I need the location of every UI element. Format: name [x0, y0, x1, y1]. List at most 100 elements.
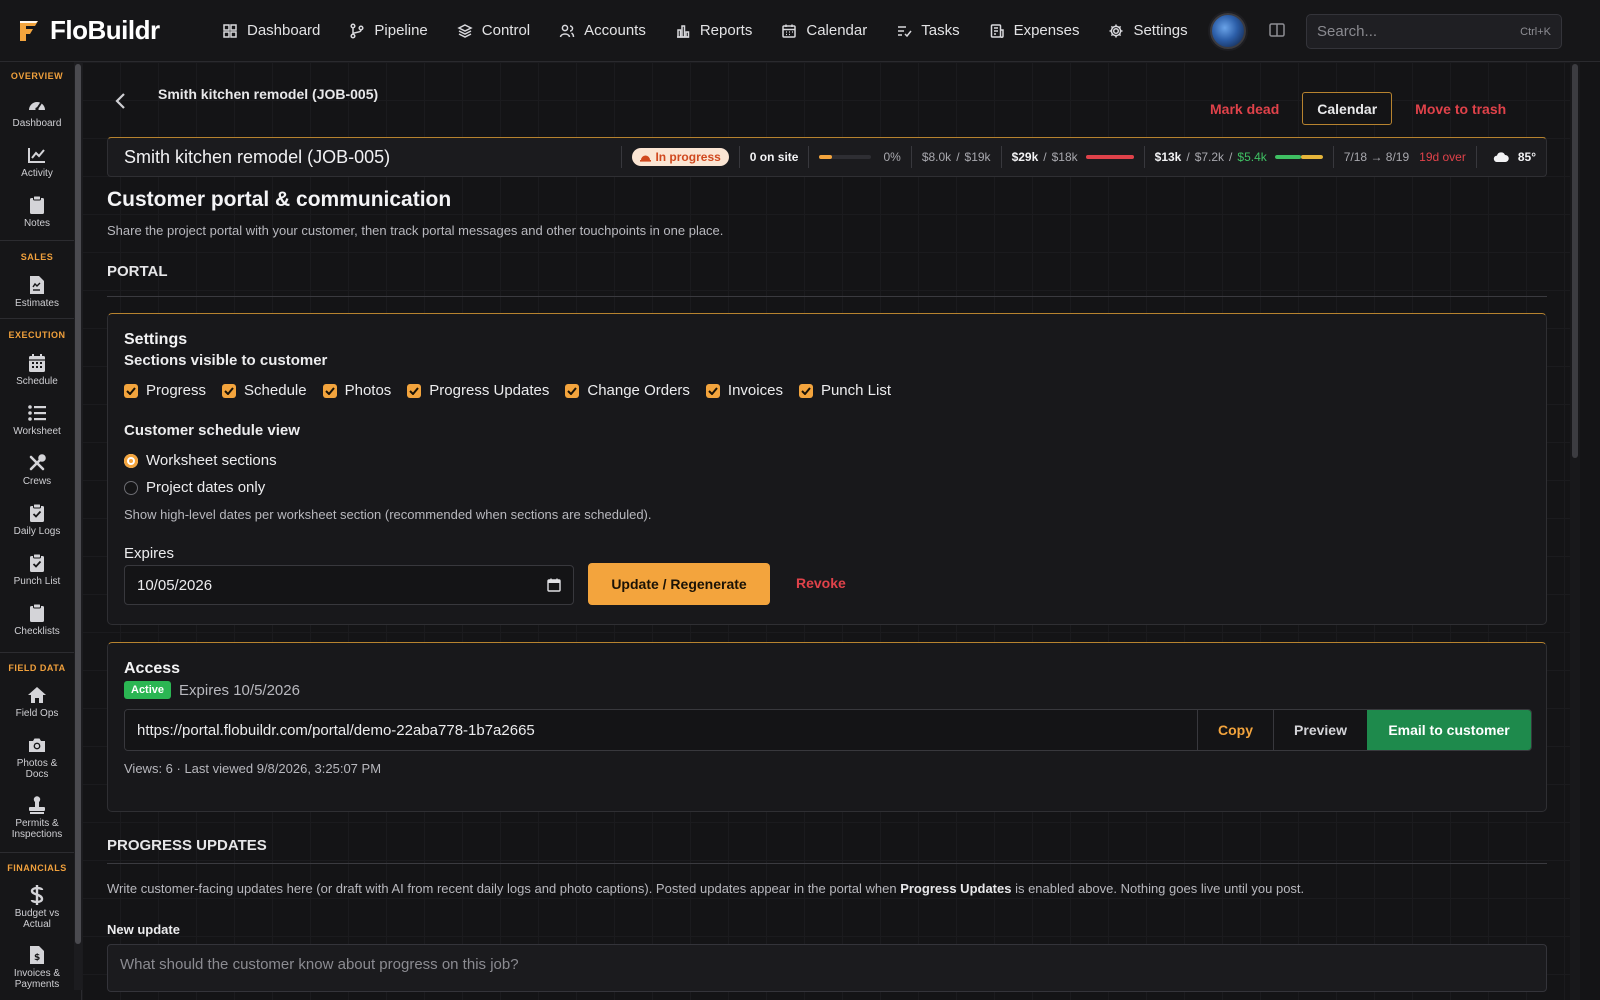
calendar-icon[interactable]	[547, 578, 561, 592]
checkbox-label: Photos	[344, 382, 392, 399]
sidebar-item-label: Budget vs	[14, 908, 60, 919]
progress-bar	[819, 155, 872, 159]
sidebar-item-photos-docs[interactable]: Photos & Docs	[0, 734, 74, 780]
sidebar-item-label: Checklists	[14, 626, 60, 637]
sidebar-item-label: Dashboard	[12, 118, 62, 129]
sidebar-item-label: Activity	[21, 168, 53, 179]
new-update-textarea[interactable]: What should the customer know about prog…	[107, 944, 1547, 992]
radio-project-dates[interactable]: Project dates only	[124, 479, 265, 496]
sidebar-section-sales: SALES	[20, 252, 54, 262]
sidebar-item-invoices[interactable]: $ Invoices & Payments	[0, 944, 74, 990]
panel-toggle-icon[interactable]	[1268, 21, 1286, 44]
portal-url[interactable]: https://portal.flobuildr.com/portal/demo…	[125, 710, 1197, 750]
date-range: 7/18 → 8/19	[1343, 150, 1410, 164]
user-avatar[interactable]	[1210, 13, 1246, 49]
weather-cell: 85°	[1475, 146, 1546, 168]
sidebar-item-estimates[interactable]: Estimates	[0, 274, 74, 309]
progress-percent: 0%	[883, 150, 901, 164]
clipboard-icon	[30, 603, 44, 622]
calendar-button[interactable]: Calendar	[1302, 92, 1393, 125]
gear-icon	[1109, 24, 1123, 37]
top-nav: FloBuildr Dashboard Pipeline Control Acc…	[0, 0, 1600, 62]
progress-updates-heading: PROGRESS UPDATES	[107, 837, 267, 854]
revenue-billed: $13k	[1154, 150, 1182, 164]
sidebar-item-field-ops[interactable]: Field Ops	[0, 684, 74, 719]
bar-chart-icon	[676, 24, 690, 38]
search-input[interactable]	[1317, 23, 1497, 40]
expires-date-input[interactable]: 10/05/2026	[124, 565, 574, 605]
nav-expenses[interactable]: Expenses	[989, 22, 1079, 39]
checkbox-progress-updates[interactable]: Progress Updates	[407, 382, 549, 399]
nav-pipeline[interactable]: Pipeline	[349, 22, 428, 39]
sidebar-item-dashboard[interactable]: Dashboard	[0, 94, 74, 129]
sidebar-item-crews[interactable]: Crews	[0, 452, 74, 487]
header-actions: Mark dead Calendar Move to trash	[1210, 92, 1506, 125]
nav-dashboard[interactable]: Dashboard	[222, 22, 320, 39]
access-title: Access	[124, 660, 181, 677]
expires-label: Expires	[124, 545, 175, 562]
days-over: 19d over	[1419, 150, 1466, 164]
nav-control-label: Control	[481, 22, 531, 39]
sidebar-item-punch-list[interactable]: Punch List	[0, 552, 74, 587]
copy-button[interactable]: Copy	[1197, 710, 1273, 750]
nav-tasks[interactable]: Tasks	[896, 22, 960, 39]
budget-total: $19k	[964, 150, 991, 164]
progress-cell: 0%	[808, 146, 910, 168]
status-badge[interactable]: In progress	[632, 148, 729, 166]
sidebar-item-schedule[interactable]: Schedule	[0, 352, 74, 387]
desc-part: is enabled above. Nothing goes live unti…	[1011, 881, 1305, 896]
sidebar-item-label: Permits &	[15, 818, 59, 829]
nav-settings[interactable]: Settings	[1108, 22, 1188, 39]
email-to-customer-button[interactable]: Email to customer	[1367, 710, 1531, 750]
cost-bar	[1085, 155, 1134, 159]
sidebar-item-label: Crews	[22, 476, 52, 487]
app-logo[interactable]: FloBuildr	[18, 15, 186, 46]
home-icon	[28, 687, 46, 703]
logo-mark-icon	[18, 19, 40, 43]
sidebar-item-budget[interactable]: Budget vs Actual	[0, 884, 74, 930]
preview-button[interactable]: Preview	[1273, 710, 1367, 750]
sidebar-item-notes[interactable]: Notes	[0, 194, 74, 229]
revoke-button[interactable]: Revoke	[796, 575, 846, 591]
checkbox-progress[interactable]: Progress	[124, 382, 206, 399]
on-site-cell: 0 on site	[738, 146, 809, 168]
main-scrollbar[interactable]	[1570, 62, 1580, 1000]
sidebar-item-label-2: Docs	[25, 769, 49, 780]
sections-visible-label: Sections visible to customer	[124, 352, 328, 369]
nav-control[interactable]: Control	[457, 22, 530, 39]
portal-settings-card: Settings Sections visible to customer Pr…	[107, 313, 1547, 625]
portal-views-text: Views: 6 · Last viewed 9/8/2026, 3:25:07…	[124, 761, 382, 776]
sidebar-item-label-2: Inspections	[11, 829, 63, 840]
checkbox-photos[interactable]: Photos	[322, 382, 392, 399]
nav-accounts[interactable]: Accounts	[559, 22, 646, 39]
sidebar-item-daily-logs[interactable]: Daily Logs	[0, 502, 74, 537]
cloud-icon	[1493, 151, 1509, 162]
sidebar-item-worksheet[interactable]: Worksheet	[0, 402, 74, 437]
stamp-icon	[29, 796, 45, 814]
gauge-icon	[29, 102, 45, 111]
sidebar-item-checklists[interactable]: Checklists	[0, 602, 74, 637]
job-title: Smith kitchen remodel (JOB-005)	[124, 146, 391, 167]
checkbox-punch-list[interactable]: Punch List	[798, 382, 891, 399]
back-arrow-icon[interactable]	[114, 92, 126, 115]
mark-dead-button[interactable]: Mark dead	[1210, 101, 1279, 117]
list-icon	[28, 405, 46, 421]
nav-reports[interactable]: Reports	[675, 22, 752, 39]
status-cell: In progress	[621, 146, 738, 168]
checkbox-schedule[interactable]: Schedule	[222, 382, 307, 399]
sidebar-item-permits[interactable]: Permits & Inspections	[0, 794, 74, 840]
nav-calendar[interactable]: Calendar	[781, 22, 867, 39]
search-box[interactable]: Ctrl+K	[1306, 14, 1562, 49]
nav-tasks-label: Tasks	[921, 22, 960, 39]
radio-worksheet-sections[interactable]: Worksheet sections	[124, 452, 277, 469]
move-to-trash-button[interactable]: Move to trash	[1415, 101, 1506, 117]
sidebar-item-activity[interactable]: Activity	[0, 144, 74, 179]
branch-icon	[350, 22, 364, 39]
sidebar-scrollbar[interactable]	[74, 62, 82, 990]
checkbox-change-orders[interactable]: Change Orders	[565, 382, 690, 399]
checkbox-invoices[interactable]: Invoices	[705, 382, 783, 399]
sidebar-section-field-data: FIELD DATA	[8, 663, 66, 673]
document-icon	[30, 276, 44, 294]
update-regenerate-button[interactable]: Update / Regenerate	[588, 563, 770, 605]
revenue-sep-2: /	[1229, 150, 1233, 164]
